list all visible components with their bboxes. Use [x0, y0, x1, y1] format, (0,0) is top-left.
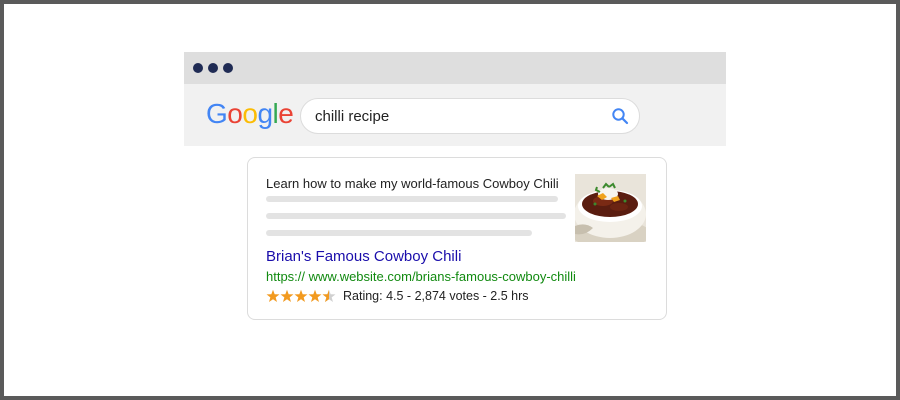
snippet-title: Learn how to make my world-famous Cowboy…	[266, 176, 559, 191]
google-logo[interactable]: Google	[206, 98, 294, 130]
window-dot[interactable]	[193, 63, 203, 73]
window-dot[interactable]	[208, 63, 218, 73]
logo-letter: g	[257, 98, 273, 129]
result-title-link[interactable]: Brian's Famous Cowboy Chili	[266, 248, 461, 265]
search-icon[interactable]	[611, 107, 629, 125]
star-rating	[266, 289, 336, 302]
chili-bowl-graphic	[575, 174, 646, 242]
window-dot[interactable]	[223, 63, 233, 73]
star-icon	[294, 289, 308, 302]
logo-letter: o	[242, 98, 258, 129]
logo-letter: o	[227, 98, 243, 129]
logo-letter: G	[206, 98, 228, 129]
chili-bowl-image[interactable]	[575, 174, 646, 242]
search-bar[interactable]: chilli recipe	[300, 98, 640, 134]
placeholder-line	[266, 196, 558, 202]
star-icon	[266, 289, 280, 302]
search-result-card: Learn how to make my world-famous Cowboy…	[247, 157, 667, 320]
star-icon	[308, 289, 322, 302]
browser-content: Google chilli recipe	[184, 84, 726, 146]
result-url[interactable]: https:// www.website.com/brians-famous-c…	[266, 269, 576, 284]
rating-text: Rating: 4.5 - 2,874 votes - 2.5 hrs	[343, 289, 529, 303]
placeholder-line	[266, 213, 566, 219]
logo-letter: e	[278, 98, 294, 129]
placeholder-line	[266, 230, 532, 236]
search-input[interactable]: chilli recipe	[315, 108, 389, 125]
browser-titlebar	[184, 52, 726, 84]
star-icon	[280, 289, 294, 302]
